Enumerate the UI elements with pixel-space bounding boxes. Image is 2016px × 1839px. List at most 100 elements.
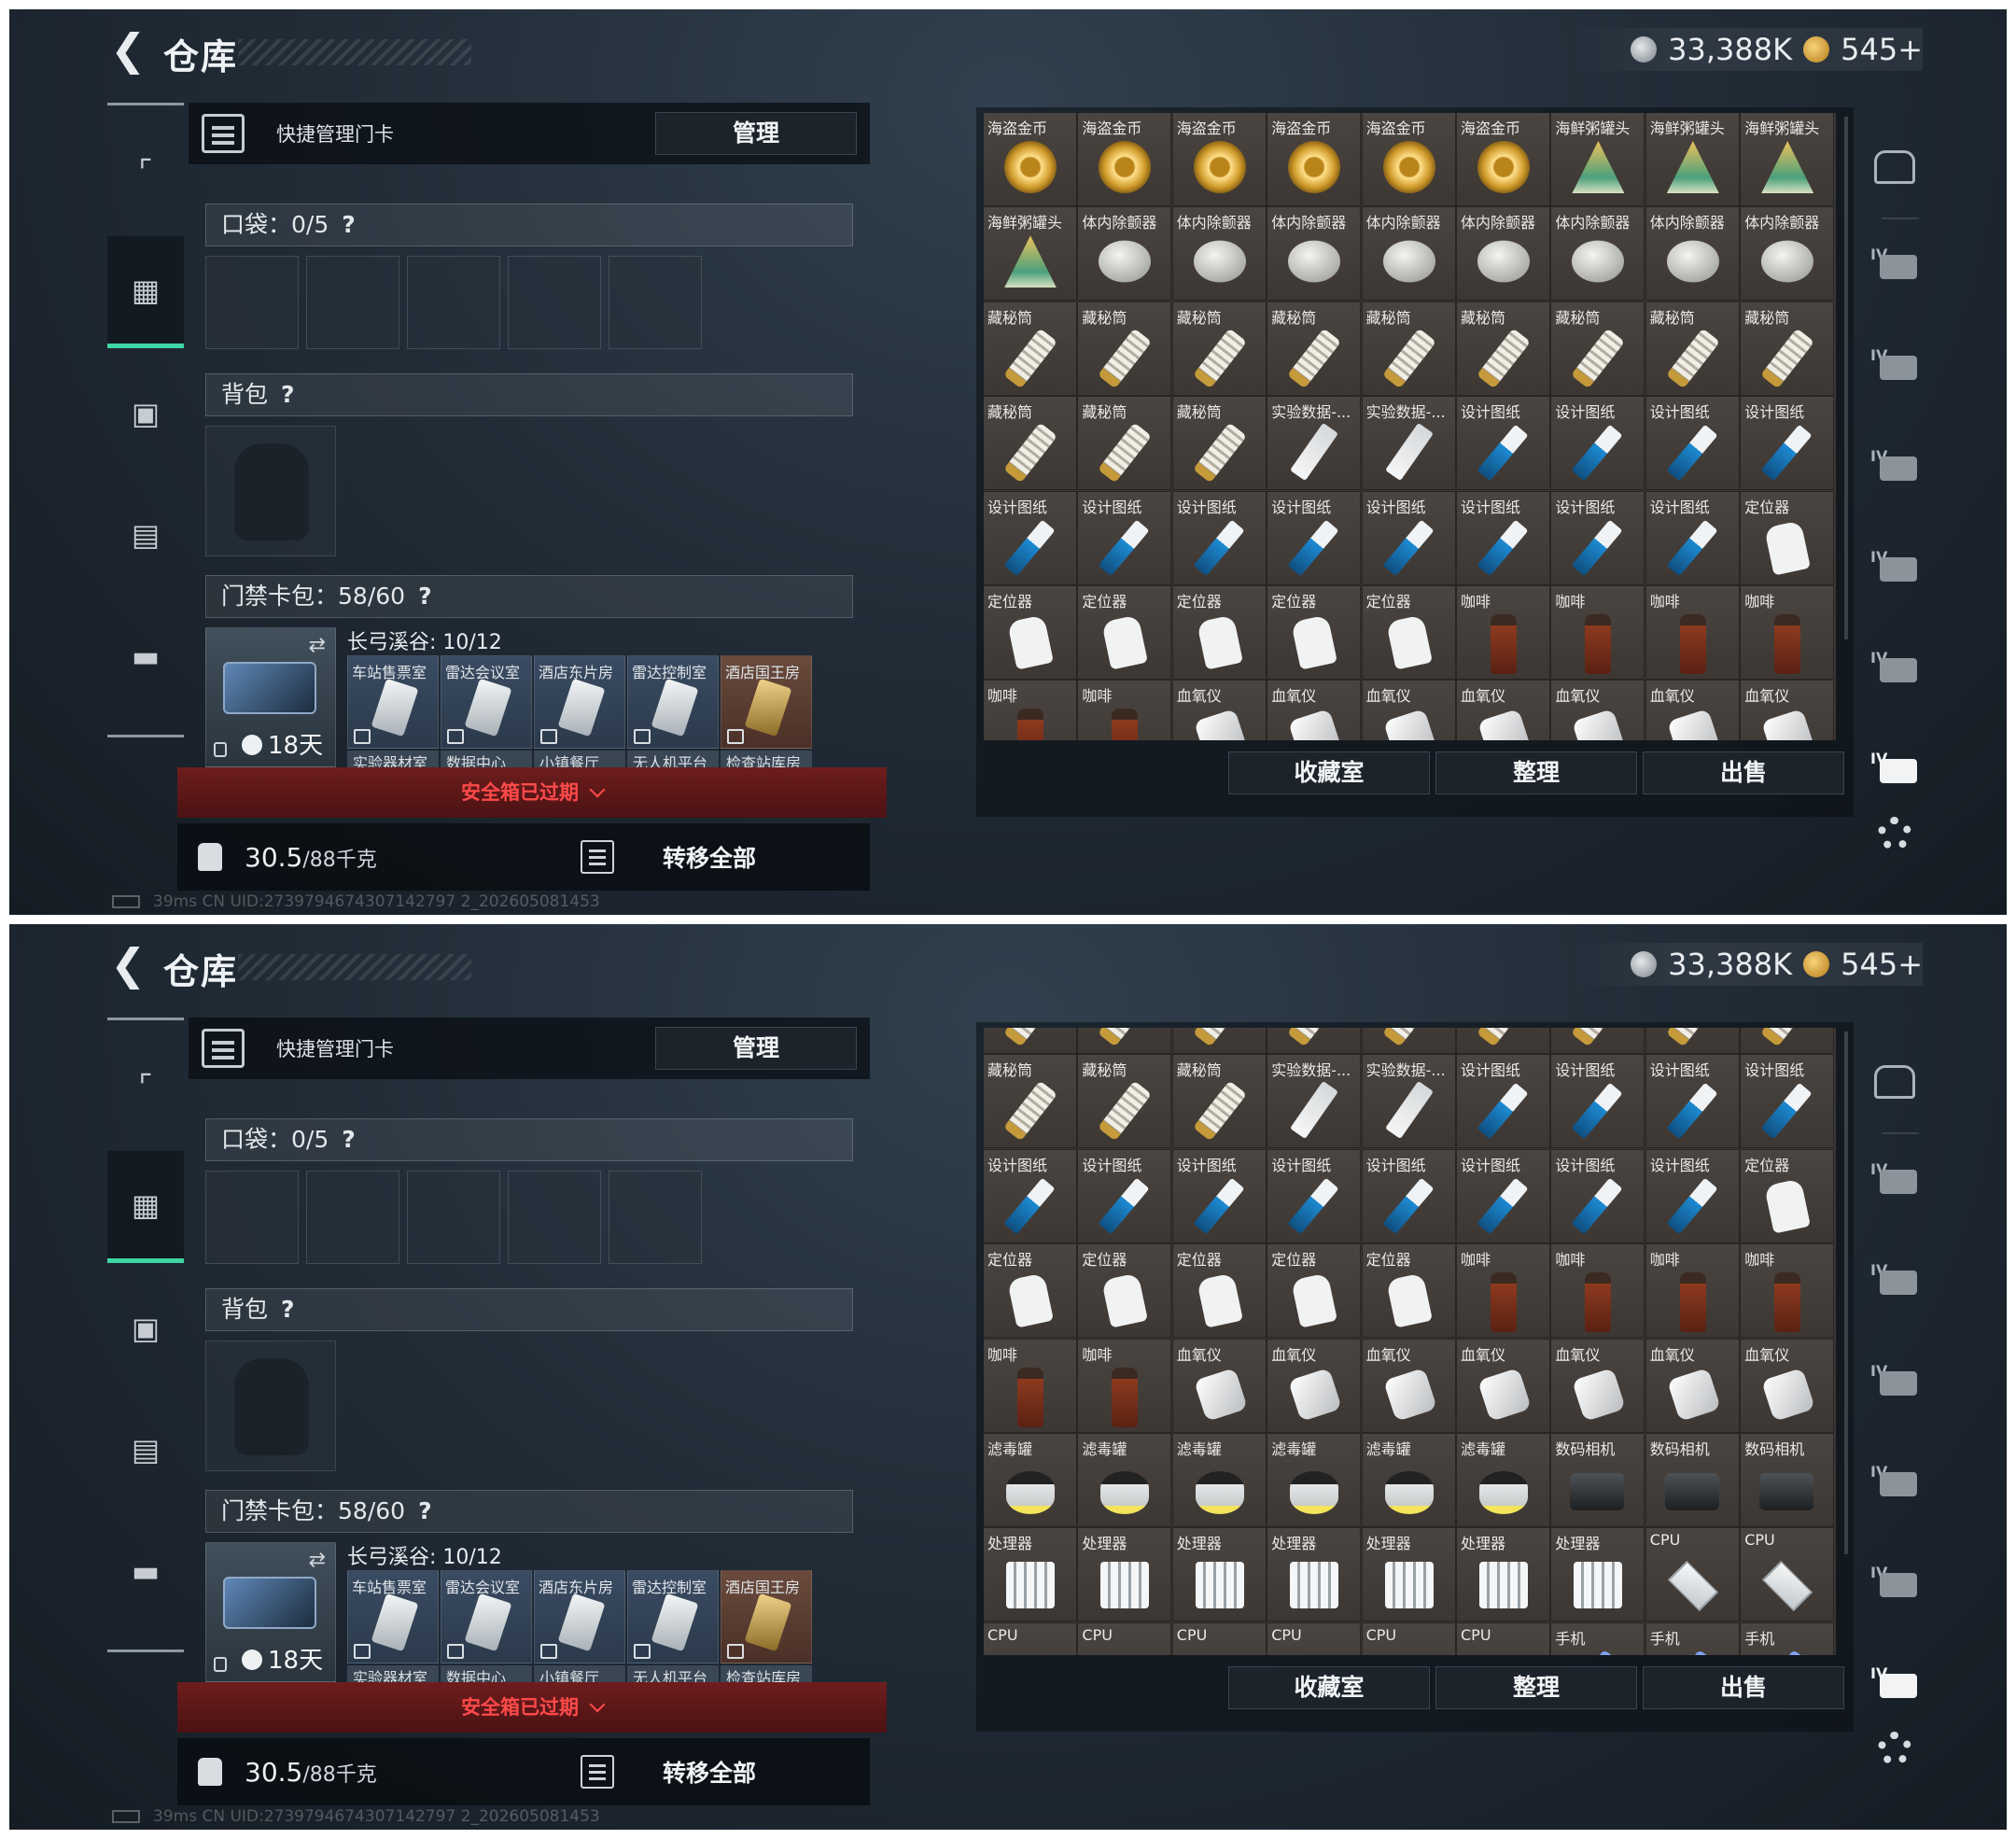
level-crate-icon[interactable]: IV: [1870, 1556, 1921, 1607]
inventory-item[interactable]: 设计图纸: [1456, 1148, 1550, 1243]
inventory-item[interactable]: 藏秘筒: [1645, 301, 1740, 396]
list-icon[interactable]: [581, 840, 614, 874]
inventory-item[interactable]: 咖啡: [1740, 1243, 1835, 1339]
pocket-slot[interactable]: [609, 256, 702, 349]
manage-button[interactable]: 管理: [655, 1027, 857, 1070]
inventory-item[interactable]: 海盗金币: [1171, 113, 1267, 206]
pocket-slot[interactable]: [205, 256, 299, 349]
inventory-item[interactable]: 处理器: [1267, 1527, 1362, 1622]
swap-icon[interactable]: ⇄: [309, 1549, 326, 1572]
weapon-icon[interactable]: ⌜: [107, 115, 184, 227]
inventory-item[interactable]: 处理器: [1550, 1527, 1645, 1622]
inventory-item[interactable]: 定位器: [984, 1243, 1077, 1339]
inventory-item[interactable]: 体内除颤器: [1740, 206, 1835, 302]
inventory-item[interactable]: 藏秘筒: [984, 396, 1077, 491]
inventory-item[interactable]: 藏秘筒: [1456, 301, 1550, 396]
pocket-slot[interactable]: [508, 1171, 601, 1264]
inventory-item[interactable]: [1267, 1028, 1362, 1054]
inventory-item[interactable]: 手机: [1645, 1621, 1740, 1655]
inventory-item[interactable]: [1361, 1028, 1456, 1054]
inventory-item[interactable]: 体内除颤器: [1456, 206, 1550, 302]
keycard-case[interactable]: ⇄ 18天: [205, 1542, 336, 1682]
keycard-item[interactable]: 雷达控制室: [627, 655, 719, 749]
inventory-item[interactable]: 血氧仪: [1645, 680, 1740, 740]
inventory-item[interactable]: 海盗金币: [1267, 113, 1362, 206]
inventory-item[interactable]: 海鲜粥罐头: [1645, 113, 1740, 206]
inventory-item[interactable]: 藏秘筒: [1361, 301, 1456, 396]
backpack-slot[interactable]: [205, 1341, 336, 1471]
inventory-item[interactable]: 处理器: [1077, 1527, 1172, 1622]
inventory-item[interactable]: 数码相机: [1550, 1433, 1645, 1527]
inventory-item[interactable]: 设计图纸: [984, 1148, 1077, 1243]
inventory-item[interactable]: CPU: [1077, 1621, 1172, 1655]
keycard-case-icon[interactable]: ▤: [107, 479, 184, 591]
inventory-item[interactable]: 滤毒罐: [1267, 1433, 1362, 1527]
inventory-item[interactable]: 体内除颤器: [1077, 206, 1172, 302]
back-arrow-icon[interactable]: ❮: [110, 941, 151, 988]
inventory-item[interactable]: 定位器: [1077, 585, 1172, 680]
inventory-item[interactable]: 定位器: [984, 585, 1077, 680]
inventory-item[interactable]: 血氧仪: [1361, 680, 1456, 740]
inventory-item[interactable]: 设计图纸: [1645, 1054, 1740, 1149]
pocket-slot[interactable]: [407, 1171, 500, 1264]
pocket-slot[interactable]: [609, 1171, 702, 1264]
inventory-item[interactable]: 滤毒罐: [1456, 1433, 1550, 1527]
inventory-item[interactable]: 定位器: [1740, 1148, 1835, 1243]
inventory-item[interactable]: 咖啡: [984, 680, 1077, 740]
inventory-item[interactable]: [1456, 1028, 1550, 1054]
inventory-item[interactable]: 处理器: [1361, 1527, 1456, 1622]
inventory-item[interactable]: CPU: [1456, 1621, 1550, 1655]
level-crate-icon[interactable]: IV: [1870, 1455, 1921, 1506]
inventory-item[interactable]: 设计图纸: [1456, 1054, 1550, 1149]
inventory-item[interactable]: 藏秘筒: [1077, 1054, 1172, 1149]
keycard-item[interactable]: 雷达会议室: [441, 1570, 532, 1664]
inventory-item[interactable]: 体内除颤器: [1361, 206, 1456, 302]
keycard-help-icon[interactable]: ?: [418, 583, 432, 610]
inventory-item[interactable]: 海鲜粥罐头: [1740, 113, 1835, 206]
gear-icon[interactable]: [1878, 817, 1911, 850]
inventory-item[interactable]: 数码相机: [1645, 1433, 1740, 1527]
inventory-item[interactable]: 咖啡: [1740, 585, 1835, 680]
inventory-item[interactable]: 实验数据-...: [1361, 1054, 1456, 1149]
inventory-item[interactable]: 设计图纸: [1550, 396, 1645, 491]
currency-display[interactable]: 33,388K 545+: [1575, 943, 1923, 986]
sell-button[interactable]: 出售: [1643, 751, 1844, 794]
inventory-item[interactable]: 设计图纸: [1171, 1148, 1267, 1243]
inventory-item[interactable]: 手机: [1550, 1621, 1645, 1655]
inventory-item[interactable]: 设计图纸: [1267, 1148, 1362, 1243]
inventory-item[interactable]: [1171, 1028, 1267, 1054]
pocket-help-icon[interactable]: ?: [342, 1126, 356, 1153]
inventory-item[interactable]: 藏秘筒: [1550, 301, 1645, 396]
inventory-item[interactable]: [984, 1028, 1077, 1054]
inventory-item[interactable]: 设计图纸: [1361, 1148, 1456, 1243]
inventory-item[interactable]: 藏秘筒: [1267, 301, 1362, 396]
safe-box-expired-banner[interactable]: 安全箱已过期: [177, 1682, 887, 1733]
home-storage-icon[interactable]: [1870, 143, 1921, 193]
keycard-case-icon[interactable]: ▤: [107, 1394, 184, 1506]
inventory-item[interactable]: CPU: [1645, 1527, 1740, 1622]
safe-box-expired-banner[interactable]: 安全箱已过期: [177, 767, 887, 818]
armor-vest-icon[interactable]: ▦: [107, 236, 184, 348]
inventory-item[interactable]: 滤毒罐: [984, 1433, 1077, 1527]
pocket-slot[interactable]: [205, 1171, 299, 1264]
backpack-help-icon[interactable]: ?: [281, 381, 295, 408]
keycard-case[interactable]: ⇄ 18天: [205, 627, 336, 767]
briefcase-icon[interactable]: ▬: [107, 1515, 184, 1627]
sort-button[interactable]: 整理: [1435, 1666, 1637, 1709]
inventory-item[interactable]: [1740, 1028, 1835, 1054]
keycard-item[interactable]: 雷达会议室: [441, 655, 532, 749]
currency-display[interactable]: 33,388K 545+: [1575, 28, 1923, 71]
inventory-item[interactable]: 咖啡: [1645, 585, 1740, 680]
inventory-item[interactable]: 设计图纸: [1456, 490, 1550, 585]
inventory-item[interactable]: 定位器: [1171, 585, 1267, 680]
inventory-item[interactable]: 设计图纸: [1550, 1148, 1645, 1243]
inventory-item[interactable]: 咖啡: [1077, 1338, 1172, 1433]
weapon-icon[interactable]: ⌜: [107, 1030, 184, 1142]
inventory-item[interactable]: 血氧仪: [1740, 1338, 1835, 1433]
level-crate-icon[interactable]: IV: [1870, 339, 1921, 389]
swap-icon[interactable]: ⇄: [309, 634, 326, 657]
inventory-item[interactable]: 设计图纸: [1645, 396, 1740, 491]
manage-button[interactable]: 管理: [655, 112, 857, 155]
inventory-item[interactable]: 藏秘筒: [1077, 396, 1172, 491]
inventory-item[interactable]: CPU: [1740, 1527, 1835, 1622]
